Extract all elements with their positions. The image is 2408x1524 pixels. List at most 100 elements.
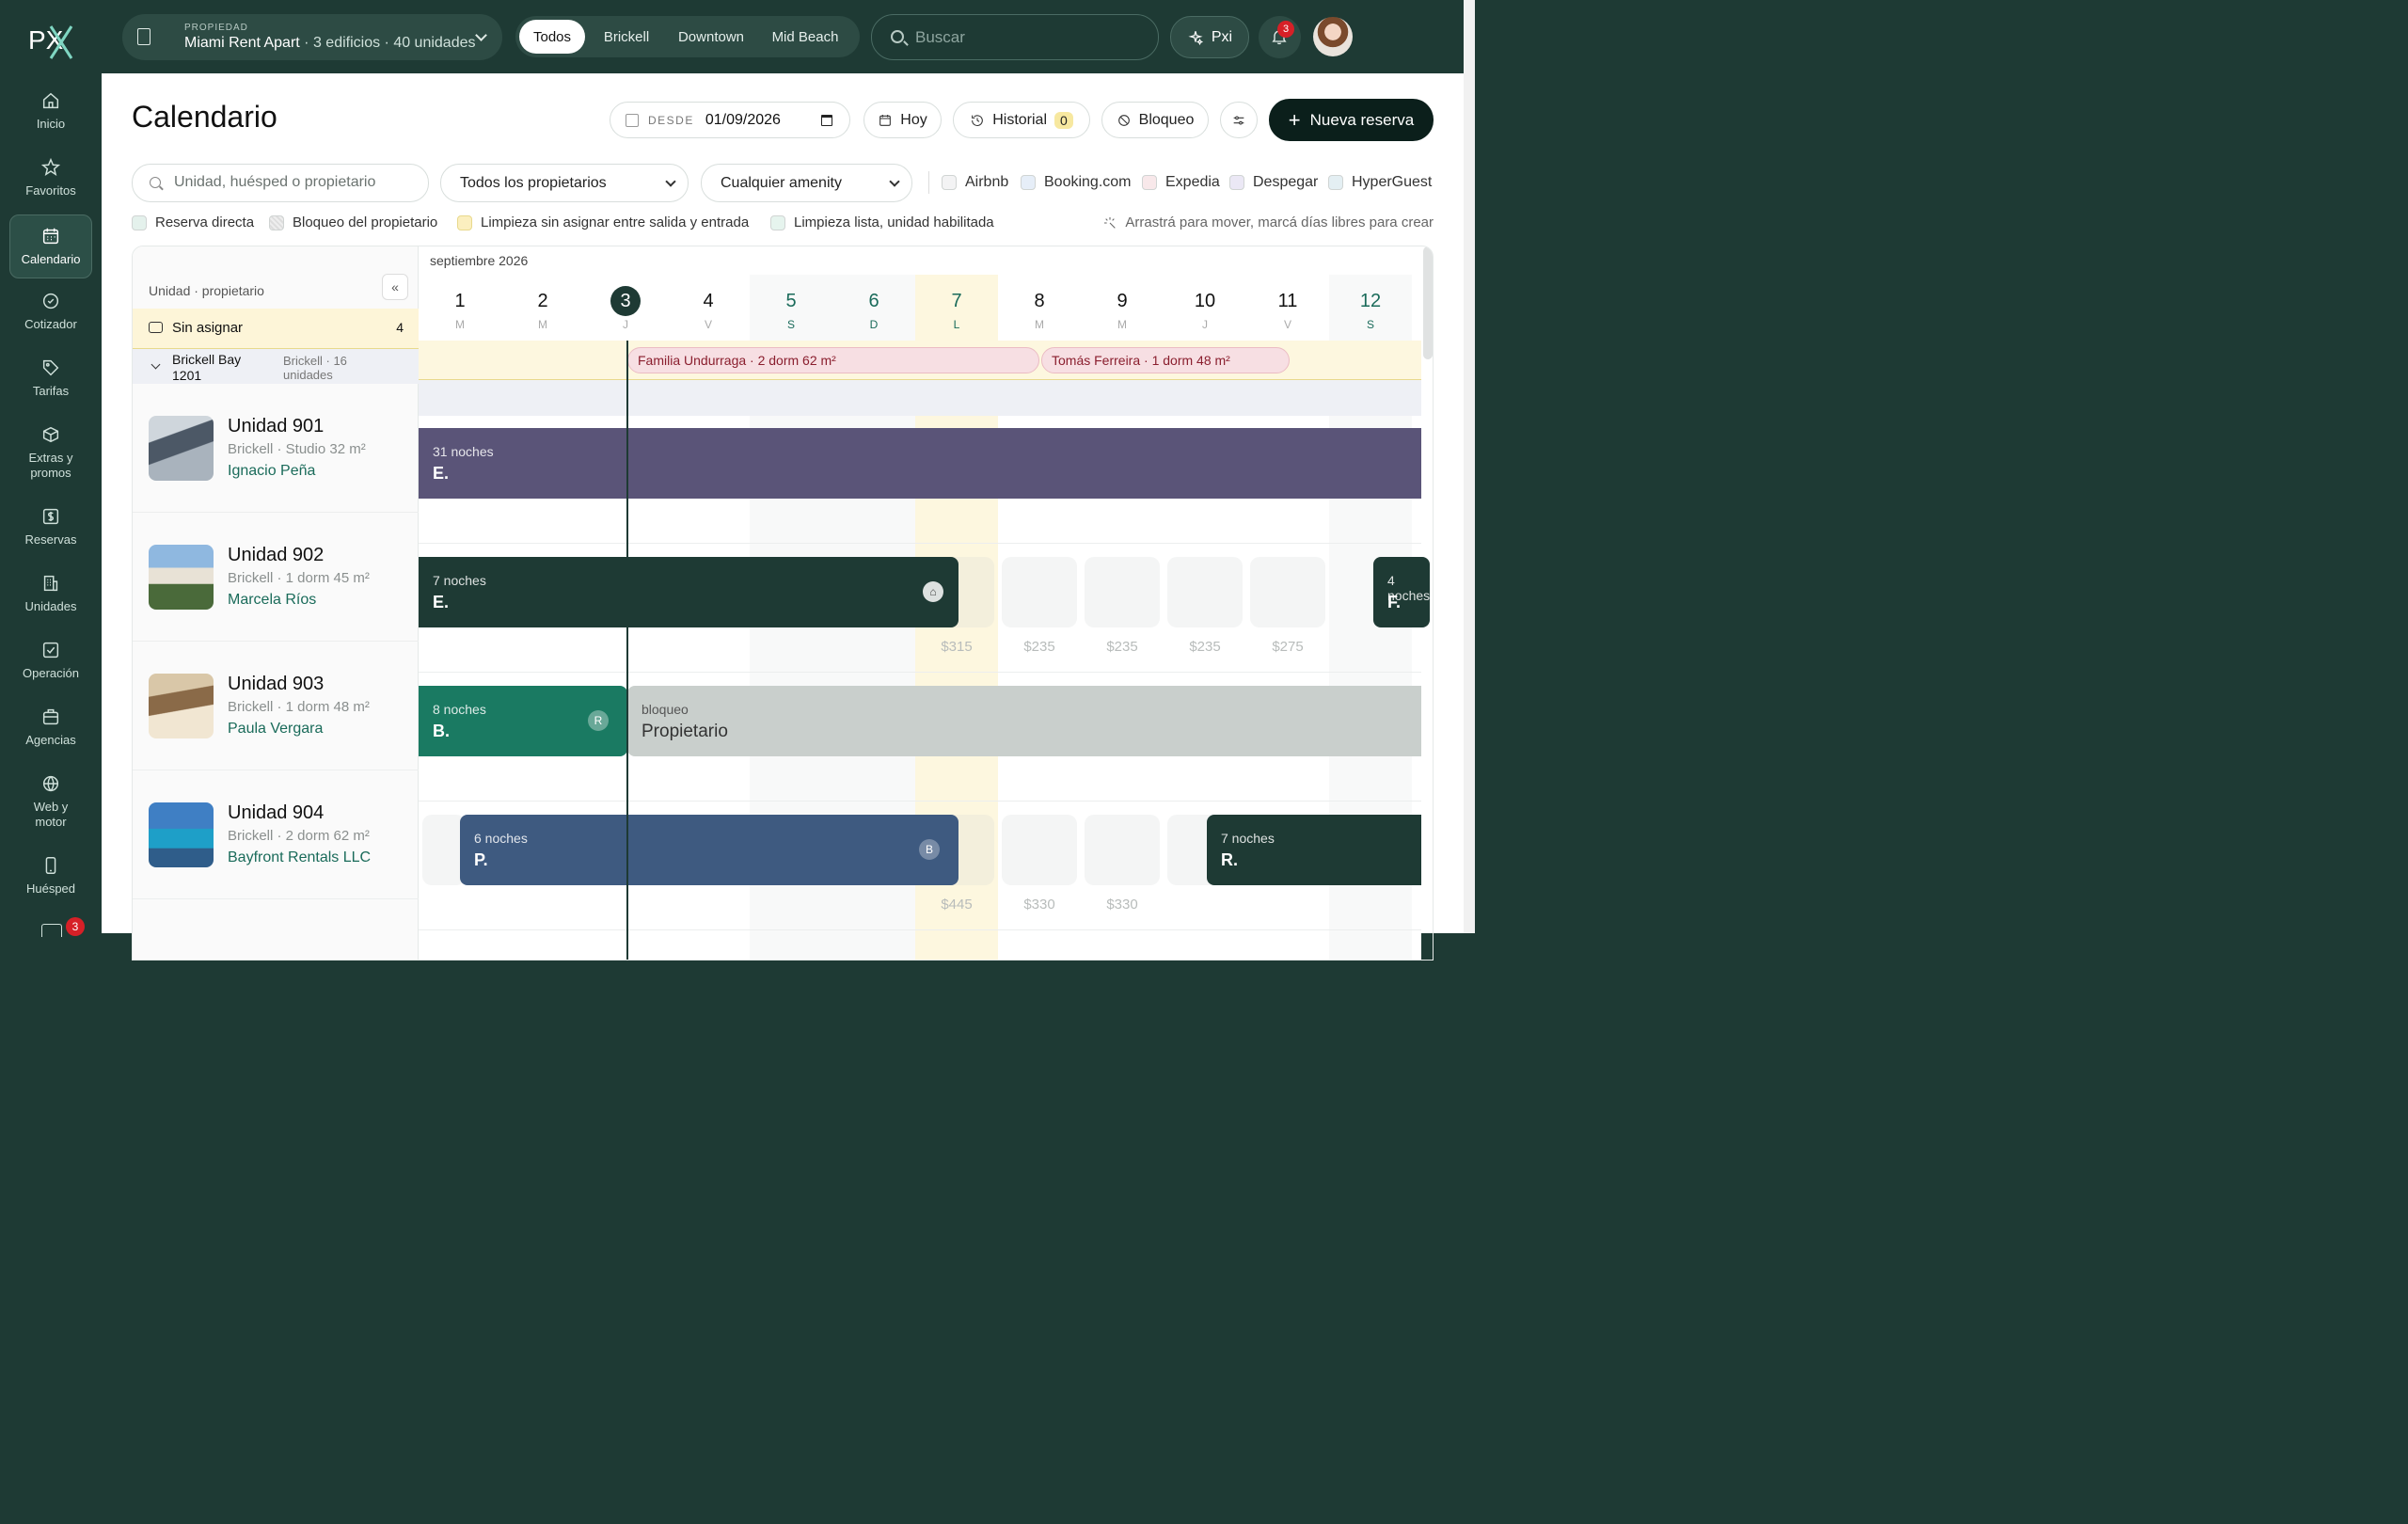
calendar-scrollbar[interactable] xyxy=(1423,246,1433,359)
unit-name: Unidad 902 xyxy=(228,545,325,565)
notification-count-badge: 3 xyxy=(1277,21,1294,38)
sidebar-item-favoritos[interactable]: Favoritos xyxy=(9,148,92,208)
pxi-assistant-button[interactable]: Pxi xyxy=(1170,16,1249,58)
sidebar-item-huesped[interactable]: Huésped xyxy=(9,846,92,906)
day-header[interactable]: 5S xyxy=(750,275,832,341)
unit-column: Unidad · propietario « Sin asignar 4 Bri… xyxy=(133,246,419,960)
free-day-cell[interactable] xyxy=(1085,557,1160,627)
area-filter: Todos Brickell Downtown Mid Beach xyxy=(515,16,860,57)
sidebar-item-agencias[interactable]: Agencias xyxy=(9,697,92,757)
filter-todos[interactable]: Todos xyxy=(519,20,585,54)
unit-row[interactable]: Unidad 904 Brickell · 2 dorm 62 m² Bayfr… xyxy=(133,770,419,899)
pxi-label: Pxi xyxy=(1211,28,1233,45)
channel-booking[interactable]: Booking.com xyxy=(1021,174,1132,191)
free-day-cell[interactable] xyxy=(1250,557,1325,627)
unit-row[interactable]: Unidad 902 Brickell · 1 dorm 45 m² Marce… xyxy=(133,513,419,642)
building-group-row[interactable]: Brickell Bay 1201 Brickell · 16 unidades xyxy=(133,348,419,384)
date-from-picker[interactable]: DESDE 01/09/2026 xyxy=(610,102,850,138)
unit-owner[interactable]: Ignacio Peña xyxy=(228,463,315,480)
day-header[interactable]: 1M xyxy=(419,275,501,341)
sidebar-item-operacion[interactable]: Operación xyxy=(9,630,92,691)
today-button[interactable]: Hoy xyxy=(863,102,942,138)
history-button[interactable]: Historial 0 xyxy=(953,102,1090,138)
calendar-today-icon xyxy=(879,114,892,126)
filter-downtown[interactable]: Downtown xyxy=(666,20,756,54)
search-input[interactable] xyxy=(915,26,1141,49)
sidebar-item-web-motor[interactable]: Web y motor xyxy=(9,764,92,839)
day-header[interactable]: 4V xyxy=(667,275,750,341)
day-number: 1 xyxy=(454,291,466,311)
channel-expedia[interactable]: Expedia xyxy=(1142,174,1220,191)
filter-mid-beach[interactable]: Mid Beach xyxy=(760,20,850,54)
reservation-bar[interactable]: 7 noches E. ⌂ xyxy=(419,557,958,627)
channel-airbnb[interactable]: Airbnb xyxy=(942,174,1008,191)
brand-logo[interactable]: PX xyxy=(26,21,75,62)
day-header[interactable]: 10 J xyxy=(1164,275,1246,341)
owner-block-bar[interactable]: bloqueo Propietario xyxy=(627,686,1421,756)
sidebar-item-extras[interactable]: Extras y promos xyxy=(9,415,92,490)
new-reservation-button[interactable]: + Nueva reserva xyxy=(1269,99,1434,141)
owner-select[interactable]: Todos los propietarios xyxy=(440,164,689,202)
day-header-today[interactable]: 3J xyxy=(584,275,667,341)
unit-owner[interactable]: Paula Vergara xyxy=(228,721,323,738)
day-header[interactable]: 12 S xyxy=(1329,275,1412,341)
chevron-down-icon xyxy=(475,29,487,41)
sidebar-item-unidades[interactable]: Unidades xyxy=(9,564,92,624)
filter-brickell[interactable]: Brickell xyxy=(589,20,664,54)
messages-icon[interactable] xyxy=(41,924,62,937)
calendar-picker-icon[interactable] xyxy=(821,114,832,126)
weekday: S xyxy=(786,318,795,331)
building-lane xyxy=(419,380,1421,416)
day-header[interactable]: 11 V xyxy=(1246,275,1329,341)
day-header[interactable]: 7L xyxy=(915,275,998,341)
sidebar-item-reservas[interactable]: Reservas xyxy=(9,497,92,557)
day-header[interactable]: 2M xyxy=(501,275,584,341)
settings-button[interactable] xyxy=(1220,102,1258,138)
sidebar-item-inicio[interactable]: Inicio xyxy=(9,81,92,141)
unit-photo xyxy=(149,545,214,610)
channel-badge: R xyxy=(588,710,609,731)
block-button[interactable]: Bloqueo xyxy=(1101,102,1209,138)
amenity-select[interactable]: Cualquier amenity xyxy=(701,164,912,202)
free-day-cell[interactable] xyxy=(1002,557,1077,627)
today-label: Hoy xyxy=(900,111,927,128)
day-header[interactable]: 8M xyxy=(998,275,1081,341)
legend-swatch xyxy=(770,214,785,230)
reservation-bar[interactable]: 31 noches E. xyxy=(419,428,1421,499)
page-scrollbar[interactable] xyxy=(1464,0,1475,933)
free-day-cell[interactable] xyxy=(1002,815,1077,885)
reservation-guest: P. xyxy=(474,850,488,869)
unit-row[interactable]: Unidad 903 Brickell · 1 dorm 48 m² Paula… xyxy=(133,642,419,770)
collapse-button[interactable]: « xyxy=(382,274,408,300)
reservation-guest: E. xyxy=(433,464,450,483)
reservation-bar[interactable]: 6 noches P. B xyxy=(460,815,958,885)
day-header[interactable]: 6D xyxy=(832,275,915,341)
unit-search-input[interactable] xyxy=(174,174,419,191)
unit-owner[interactable]: Marcela Ríos xyxy=(228,592,316,609)
sidebar-item-tarifas[interactable]: Tarifas xyxy=(9,348,92,408)
unit-photo xyxy=(149,802,214,867)
channel-hyperguest[interactable]: HyperGuest xyxy=(1328,174,1432,191)
sidebar-item-cotizador[interactable]: Cotizador xyxy=(9,281,92,341)
unassigned-reservation-chip[interactable]: Tomás Ferreira · 1 dorm 48 m² xyxy=(1041,347,1290,373)
free-day-cell[interactable] xyxy=(1167,557,1243,627)
reservation-bar[interactable]: 8 noches B. R xyxy=(419,686,627,756)
property-selector[interactable]: PROPIEDAD Miami Rent Apart · 3 edificios… xyxy=(122,14,502,60)
unassigned-reservation-chip[interactable]: Familia Undurraga · 2 dorm 62 m² xyxy=(627,347,1039,373)
reservation-bar[interactable]: 7 noches R. xyxy=(1207,815,1421,885)
unit-owner[interactable]: Bayfront Rentals LLC xyxy=(228,849,371,866)
day-header[interactable]: 9M xyxy=(1081,275,1164,341)
channel-despegar[interactable]: Despegar xyxy=(1229,174,1318,191)
building-meta: Brickell · 16 unidades xyxy=(283,354,347,382)
sidebar-item-calendario[interactable]: Calendario xyxy=(9,214,92,278)
user-avatar[interactable] xyxy=(1313,17,1353,56)
reservation-bar[interactable]: 4 noches F. xyxy=(1373,557,1430,627)
legend-label: Bloqueo del propietario xyxy=(293,214,438,230)
channel-swatch xyxy=(1229,175,1244,190)
free-day-cell[interactable] xyxy=(1085,815,1160,885)
unit-row[interactable]: Unidad 901 Brickell · Studio 32 m² Ignac… xyxy=(133,384,419,513)
globe-icon xyxy=(42,776,59,792)
unit-search xyxy=(132,164,429,202)
sidebar-item-label: Reservas xyxy=(24,532,77,548)
unassigned-row[interactable]: Sin asignar 4 xyxy=(133,309,419,348)
